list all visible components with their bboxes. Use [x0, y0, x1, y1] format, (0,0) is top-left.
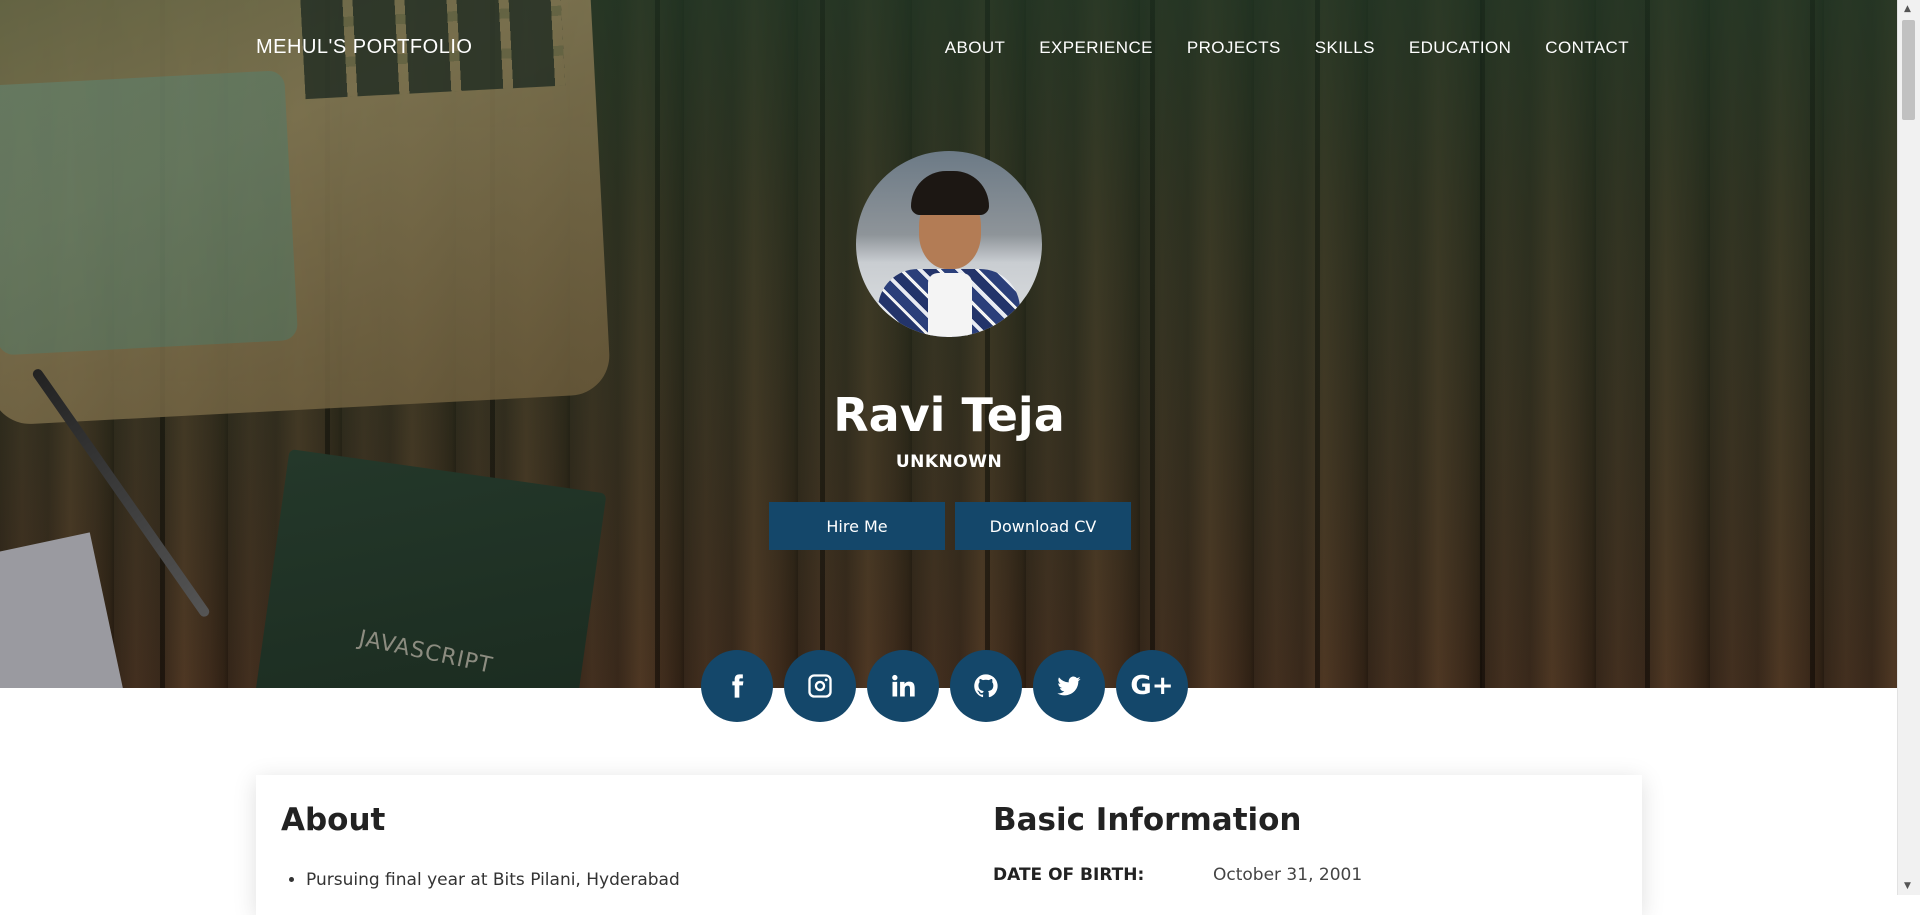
- notepad-image: [0, 532, 128, 688]
- about-heading: About: [281, 802, 386, 838]
- nav-menu: ABOUT EXPERIENCE PROJECTS SKILLS EDUCATI…: [945, 38, 1629, 58]
- linkedin-button[interactable]: [867, 650, 939, 722]
- top-navbar: MEHUL'S PORTFOLIO ABOUT EXPERIENCE PROJE…: [0, 0, 1898, 100]
- facebook-icon: [732, 674, 744, 698]
- github-button[interactable]: [950, 650, 1022, 722]
- book-image: JAVASCRIPT: [253, 448, 607, 688]
- download-cv-button[interactable]: Download CV: [955, 502, 1131, 550]
- basic-info-row: DATE OF BIRTH: October 31, 2001: [993, 865, 1362, 885]
- brand-logo[interactable]: MEHUL'S PORTFOLIO: [256, 36, 472, 59]
- about-card: About Pursuing final year at Bits Pilani…: [256, 775, 1642, 915]
- basic-info-heading: Basic Information: [993, 802, 1302, 838]
- scroll-down-arrow-icon[interactable]: ▼: [1904, 881, 1911, 891]
- info-key-dob: DATE OF BIRTH:: [993, 865, 1145, 885]
- twitter-button[interactable]: [1033, 650, 1105, 722]
- github-icon: [974, 674, 998, 698]
- nav-item-experience[interactable]: EXPERIENCE: [1039, 38, 1153, 58]
- hero-section: JAVASCRIPT: [0, 0, 1898, 688]
- social-links: G+: [701, 650, 1188, 722]
- google-plus-button[interactable]: G+: [1116, 650, 1188, 722]
- google-plus-icon: G+: [1130, 671, 1174, 701]
- avatar-tshirt: [928, 273, 972, 337]
- nav-item-about[interactable]: ABOUT: [945, 38, 1006, 58]
- avatar-hair: [911, 171, 989, 215]
- profile-name: Ravi Teja: [833, 388, 1065, 442]
- scrollbar-thumb[interactable]: [1902, 20, 1915, 120]
- book-label: JAVASCRIPT: [356, 626, 496, 679]
- twitter-icon: [1057, 676, 1081, 696]
- profile-avatar: [856, 151, 1042, 337]
- about-list-item: Pursuing final year at Bits Pilani, Hyde…: [306, 870, 680, 890]
- nav-item-education[interactable]: EDUCATION: [1409, 38, 1511, 58]
- instagram-icon: [808, 674, 832, 698]
- laptop-trackpad: [0, 70, 299, 356]
- info-value-dob: October 31, 2001: [1213, 865, 1363, 885]
- nav-item-skills[interactable]: SKILLS: [1315, 38, 1375, 58]
- page-scrollbar[interactable]: ▲ ▼: [1897, 0, 1920, 895]
- facebook-button[interactable]: [701, 650, 773, 722]
- hire-me-button[interactable]: Hire Me: [769, 502, 945, 550]
- about-list: Pursuing final year at Bits Pilani, Hyde…: [281, 870, 680, 890]
- scroll-up-arrow-icon[interactable]: ▲: [1904, 4, 1911, 14]
- instagram-button[interactable]: [784, 650, 856, 722]
- linkedin-icon: [892, 674, 915, 697]
- profile-role: UNKNOWN: [895, 452, 1003, 472]
- nav-item-contact[interactable]: CONTACT: [1545, 38, 1629, 58]
- nav-item-projects[interactable]: PROJECTS: [1187, 38, 1281, 58]
